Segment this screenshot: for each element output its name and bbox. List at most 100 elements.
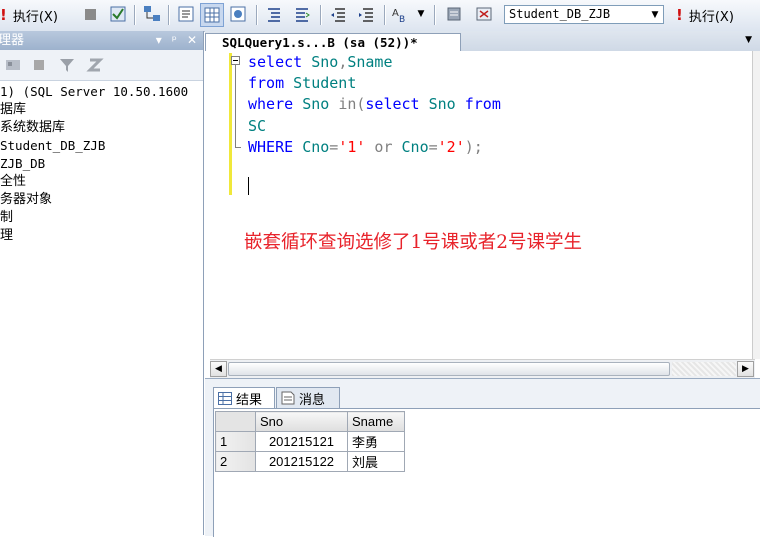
- tree-item-system-databases[interactable]: 系统数据库: [0, 119, 203, 137]
- table-row: 1 201215121 李勇: [215, 431, 405, 452]
- results-to-file-button[interactable]: [228, 4, 248, 24]
- cell-sno[interactable]: 201215121: [255, 431, 348, 452]
- sql-code[interactable]: select Sno,Sname from Student where Sno in…: [248, 52, 501, 158]
- parse-button[interactable]: [108, 4, 128, 24]
- code-token: from: [464, 95, 501, 114]
- execute-button[interactable]: ! 执行(X): [0, 4, 58, 26]
- stop-icon: [84, 8, 96, 20]
- tab-results-label: 结果: [236, 392, 263, 408]
- pin-icon[interactable]: ᵖ: [172, 31, 177, 50]
- object-tree: 1) (SQL Server 10.50.1600 据库 系统数据库 Stude…: [0, 83, 203, 245]
- connect-button[interactable]: [4, 56, 22, 74]
- toolbar-overflow-button[interactable]: ▼: [414, 4, 428, 24]
- object-explorer: 理器 ▾ ᵖ ✕ 1) (SQL Server 10.50.1600 据库 系统…: [0, 31, 204, 535]
- query-toolbar: ! 执行(X) AB ▼ Student_DB_ZJB ▼ ! 执行(X): [0, 0, 760, 32]
- stop-button-explorer[interactable]: [30, 56, 48, 74]
- tree-item-server-objects[interactable]: 务器对象: [0, 191, 203, 209]
- tab-label: SQLQuery1.s...B (sa (52))*: [222, 35, 418, 50]
- fold-guide: [235, 65, 236, 147]
- panel-menu-icon[interactable]: ▾: [156, 31, 162, 50]
- scroll-right-button[interactable]: ▶: [737, 361, 754, 377]
- query-editor[interactable]: select Sno,Sname from Student where Sno in…: [210, 51, 755, 359]
- chevron-down-icon[interactable]: ▼: [647, 6, 663, 23]
- code-token: select: [365, 95, 429, 114]
- annotation-caption: 嵌套循环查询选修了1号课或者2号课学生: [244, 232, 583, 253]
- tree-item-management[interactable]: 理: [0, 227, 203, 245]
- tab-messages[interactable]: 消息: [276, 387, 340, 408]
- tree-item-replication[interactable]: 制: [0, 209, 203, 227]
- code-token: in: [338, 95, 357, 114]
- chevron-left-icon: ◀: [215, 364, 222, 374]
- code-token: from: [248, 74, 294, 93]
- refresh-button[interactable]: [86, 56, 104, 74]
- cell-sname[interactable]: 刘晨: [347, 451, 405, 472]
- object-explorer-title: 理器: [0, 33, 25, 48]
- scroll-track[interactable]: [672, 362, 736, 376]
- code-token: Cno: [401, 137, 429, 156]
- scroll-left-button[interactable]: ◀: [210, 361, 227, 377]
- uncomment-button[interactable]: [292, 4, 312, 24]
- code-token: Sname: [347, 53, 393, 71]
- row-number[interactable]: 2: [215, 451, 256, 472]
- comment-lines-icon: [268, 8, 280, 22]
- collapse-icon[interactable]: [231, 56, 240, 65]
- column-header-sno[interactable]: Sno: [255, 411, 348, 432]
- execute-label: 执行(X): [12, 9, 58, 25]
- database-select[interactable]: Student_DB_ZJB ▼: [504, 5, 664, 24]
- decrease-indent-button[interactable]: [328, 4, 348, 24]
- results-file-icon: [230, 6, 246, 22]
- scroll-thumb[interactable]: [228, 362, 670, 376]
- chevron-down-icon[interactable]: ▼: [745, 35, 752, 45]
- code-token: where: [248, 95, 303, 114]
- tree-item-databases[interactable]: 据库: [0, 101, 203, 119]
- chevron-right-icon: ▶: [742, 364, 749, 374]
- properties-icon: [476, 7, 492, 21]
- column-header-sname[interactable]: Sname: [347, 411, 405, 432]
- chevron-down-icon: ▼: [417, 9, 425, 19]
- row-number[interactable]: 1: [215, 431, 256, 452]
- tab-results[interactable]: 结果: [213, 387, 275, 408]
- code-token: or: [365, 137, 402, 156]
- code-line: from Student: [248, 73, 501, 94]
- stop-icon: [34, 60, 44, 70]
- tree-item-zjb-db[interactable]: ZJB_DB: [0, 155, 203, 173]
- execute-label-2: 执行(X): [688, 9, 734, 25]
- tree-item-student-db[interactable]: Student_DB_ZJB: [0, 137, 203, 155]
- editor-horizontal-scrollbar[interactable]: ◀ ▶: [210, 359, 755, 378]
- stop-button[interactable]: [80, 4, 100, 24]
- tab-sqlquery1[interactable]: SQLQuery1.s...B (sa (52))*: [205, 33, 461, 51]
- connect-icon: [6, 60, 20, 70]
- cell-sname[interactable]: 李勇: [347, 431, 405, 452]
- filter-button[interactable]: [58, 56, 76, 74]
- database-select-value: Student_DB_ZJB: [509, 7, 611, 21]
- code-token: SC: [248, 116, 267, 135]
- results-grid-area: Sno Sname 1 201215121 李勇 2 201215122 刘晨: [213, 408, 760, 537]
- tree-item-security[interactable]: 全性: [0, 173, 203, 191]
- svg-text:A: A: [392, 8, 399, 19]
- results-to-grid-button[interactable]: [200, 3, 224, 27]
- tree-item-server[interactable]: 1) (SQL Server 10.50.1600: [0, 83, 203, 101]
- table-row: 2 201215122 刘晨: [215, 451, 405, 472]
- code-token: Sno: [302, 95, 339, 114]
- results-to-text-button[interactable]: [176, 4, 196, 24]
- cell-sno[interactable]: 201215122: [255, 451, 348, 472]
- comment-button[interactable]: [264, 4, 284, 24]
- estimated-plan-button[interactable]: [142, 4, 162, 24]
- specify-values-button[interactable]: AB: [390, 4, 410, 24]
- close-icon[interactable]: ✕: [187, 31, 197, 50]
- increase-indent-button[interactable]: [356, 4, 376, 24]
- object-explorer-button[interactable]: [444, 4, 464, 24]
- properties-button[interactable]: [474, 4, 494, 24]
- tab-messages-label: 消息: [299, 392, 326, 408]
- outdent-icon: [331, 8, 345, 22]
- code-token: Sno: [311, 53, 339, 71]
- editor-vertical-scrollbar[interactable]: [752, 51, 760, 359]
- execute-button-2[interactable]: ! 执行(X): [676, 4, 734, 26]
- results-pane: 结果 消息 Sno Sname 1 201215121 李勇 2 2012151…: [205, 378, 760, 537]
- code-token: select: [248, 53, 312, 71]
- fold-guide-end: [235, 147, 241, 148]
- code-line: where Sno in(select Sno from: [248, 94, 501, 115]
- code-token: '1': [338, 137, 366, 156]
- uncomment-lines-icon: [296, 8, 310, 22]
- grid-corner[interactable]: [215, 411, 256, 432]
